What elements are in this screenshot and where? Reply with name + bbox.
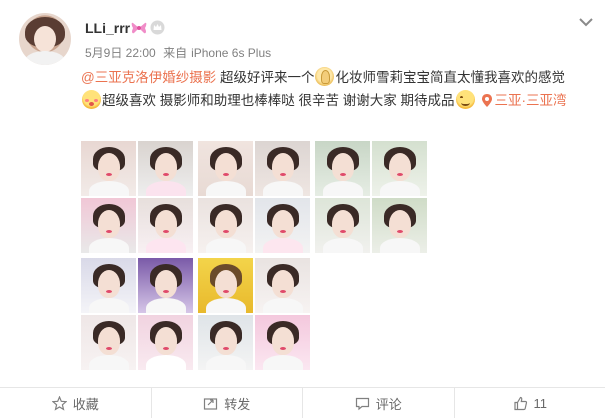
pray-emoji-icon <box>315 67 334 86</box>
location-pin-icon <box>482 94 492 107</box>
photo-thumbnail[interactable] <box>198 258 253 313</box>
crown-icon[interactable] <box>150 20 165 35</box>
photo-thumbnail[interactable] <box>138 141 193 196</box>
photo-thumbnail[interactable] <box>315 141 370 196</box>
post-meta: 5月9日 22:00 来自 iPhone 6s Plus <box>85 44 275 61</box>
like-count: 11 <box>534 396 548 411</box>
repost-icon <box>203 396 218 411</box>
photo-thumbnail[interactable] <box>255 258 310 313</box>
favorite-label: 收藏 <box>73 394 99 413</box>
photo-thumbnail[interactable] <box>138 198 193 253</box>
photo-thumbnail[interactable] <box>138 315 193 370</box>
avatar[interactable] <box>19 13 71 65</box>
post-text-part3: 超级喜欢 摄影师和助理也棒棒哒 很辛苦 谢谢大家 期待成品 <box>102 93 455 108</box>
mention-link[interactable]: @三亚克洛伊婚纱摄影 <box>81 70 216 85</box>
post-text: @三亚克洛伊婚纱摄影 超级好评来一个 化妆师雪莉宝宝简直太懂我喜欢的感觉 超级喜欢… <box>81 66 591 112</box>
comment-label: 评论 <box>376 394 402 413</box>
post-text-part1: 超级好评来一个 <box>216 70 314 85</box>
photo-thumbnail[interactable] <box>255 198 310 253</box>
source-prefix: 来自 <box>163 46 187 60</box>
bow-icon <box>131 21 147 35</box>
photo-thumbnail[interactable] <box>315 198 370 253</box>
comment-button[interactable]: 评论 <box>303 388 455 418</box>
post-text-part2: 化妆师雪莉宝宝简直太懂我喜欢的感觉 <box>335 70 565 85</box>
photo-thumbnail[interactable] <box>372 141 427 196</box>
username[interactable]: LLi_rrr <box>85 20 130 36</box>
photo-thumbnail[interactable] <box>198 198 253 253</box>
star-icon <box>52 396 67 411</box>
photo-thumbnail[interactable] <box>81 315 136 370</box>
photo-thumbnail[interactable] <box>81 198 136 253</box>
weibo-post-card: LLi_rrr 5月9日 22:00 来自 iPhone 6s Plus @三亚克… <box>0 0 605 417</box>
repost-label: 转发 <box>224 394 250 413</box>
chevron-down-icon[interactable] <box>578 16 594 28</box>
thumbs-up-icon <box>513 396 528 411</box>
comment-icon <box>355 396 370 411</box>
photo-thumbnail[interactable] <box>198 315 253 370</box>
photo-thumbnail[interactable] <box>255 315 310 370</box>
photo-thumbnail[interactable] <box>198 141 253 196</box>
post-date[interactable]: 5月9日 22:00 <box>85 46 156 60</box>
photo-thumbnail[interactable] <box>138 258 193 313</box>
photo-thumbnail[interactable] <box>255 141 310 196</box>
source-device[interactable]: iPhone 6s Plus <box>191 46 271 60</box>
photo-thumbnail[interactable] <box>372 198 427 253</box>
favorite-button[interactable]: 收藏 <box>0 388 152 418</box>
location-link[interactable]: 三亚·三亚湾 <box>495 93 567 108</box>
repost-button[interactable]: 转发 <box>152 388 304 418</box>
action-bar: 收藏 转发 评论 11 <box>0 387 605 418</box>
photo-thumbnail[interactable] <box>81 141 136 196</box>
shy-emoji-icon <box>82 90 101 109</box>
like-button[interactable]: 11 <box>455 388 605 418</box>
photo-thumbnail[interactable] <box>81 258 136 313</box>
smile-emoji-icon <box>456 90 475 109</box>
